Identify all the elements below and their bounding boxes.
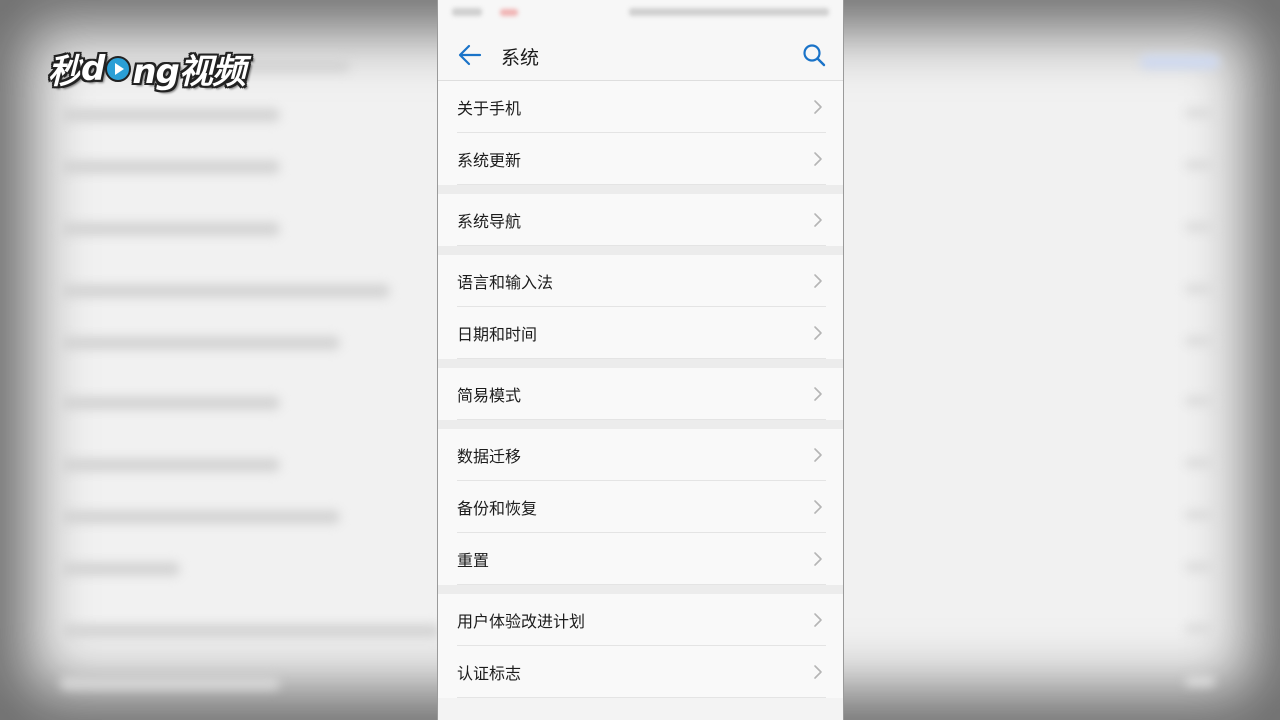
blurred-text bbox=[60, 336, 340, 350]
chevron-right-icon bbox=[814, 326, 822, 340]
play-icon bbox=[105, 55, 132, 82]
blurred-chevron bbox=[1185, 396, 1215, 406]
settings-item-label: 数据迁移 bbox=[457, 447, 522, 466]
blurred-text bbox=[60, 396, 280, 410]
settings-item[interactable]: 系统导航 bbox=[438, 194, 843, 246]
settings-group: 系统导航 bbox=[438, 194, 843, 246]
blurred-chevron bbox=[1185, 676, 1215, 686]
chevron-right-icon bbox=[814, 665, 822, 679]
settings-group: 简易模式 bbox=[438, 368, 843, 420]
settings-item[interactable]: 关于手机 bbox=[438, 81, 843, 133]
status-icons bbox=[629, 8, 829, 16]
settings-group: 关于手机 系统更新 bbox=[438, 81, 843, 185]
blurred-chevron bbox=[1185, 284, 1215, 294]
settings-item[interactable]: 重置 bbox=[438, 533, 843, 585]
group-separator bbox=[438, 420, 843, 429]
settings-item[interactable]: 日期和时间 bbox=[438, 307, 843, 359]
blurred-chevron bbox=[1185, 336, 1215, 346]
settings-group: 数据迁移备份和恢复重置 bbox=[438, 429, 843, 585]
group-separator bbox=[438, 246, 843, 255]
settings-item-label: 简易模式 bbox=[457, 386, 522, 405]
chevron-right-icon bbox=[814, 152, 822, 166]
settings-item-label: 语言和输入法 bbox=[457, 273, 554, 292]
blurred-text bbox=[60, 510, 340, 524]
blurred-chevron bbox=[1185, 108, 1215, 118]
blurred-chevron bbox=[1185, 160, 1215, 170]
blurred-chevron bbox=[1185, 510, 1215, 520]
blurred-text bbox=[60, 108, 280, 122]
page-title: 系统 bbox=[501, 47, 540, 69]
back-button[interactable] bbox=[452, 40, 488, 70]
chevron-right-icon bbox=[814, 387, 822, 401]
blurred-text bbox=[60, 284, 390, 298]
blurred-chevron bbox=[1185, 562, 1215, 572]
chevron-right-icon bbox=[814, 448, 822, 462]
settings-group: 用户体验改进计划 认证标志 bbox=[438, 594, 843, 698]
row-divider bbox=[457, 584, 826, 585]
chevron-right-icon bbox=[814, 213, 822, 227]
blurred-chevron bbox=[1185, 624, 1215, 634]
blurred-chevron bbox=[1185, 222, 1215, 232]
watermark-logo: 秒 d ng视频 bbox=[48, 44, 246, 93]
chevron-right-icon bbox=[814, 613, 822, 627]
status-bar bbox=[438, 0, 843, 30]
blurred-text bbox=[1140, 55, 1220, 69]
row-divider bbox=[457, 358, 826, 359]
chevron-right-icon bbox=[814, 500, 822, 514]
search-button[interactable] bbox=[797, 40, 831, 70]
watermark-text-1: 秒 bbox=[48, 52, 82, 92]
status-carrier bbox=[452, 8, 482, 16]
phone-screen: 系统 关于手机系统更新系统导航语言和输入法 日期和时间简易模式数据迁移备份和恢复重… bbox=[437, 0, 844, 720]
settings-item-label: 系统更新 bbox=[457, 151, 522, 170]
row-divider bbox=[457, 184, 826, 185]
row-divider bbox=[457, 245, 826, 246]
arrow-left-icon bbox=[458, 44, 482, 66]
chevron-right-icon bbox=[814, 100, 822, 114]
blurred-chevron bbox=[1185, 458, 1215, 468]
settings-item-label: 系统导航 bbox=[457, 212, 522, 231]
settings-item-label: 认证标志 bbox=[457, 664, 522, 683]
settings-item[interactable]: 数据迁移 bbox=[438, 429, 843, 481]
settings-group: 语言和输入法 日期和时间 bbox=[438, 255, 843, 359]
status-indicator bbox=[500, 9, 518, 16]
settings-item[interactable]: 简易模式 bbox=[438, 368, 843, 420]
blurred-text bbox=[60, 676, 280, 690]
settings-item-label: 日期和时间 bbox=[457, 325, 538, 344]
watermark-text-2: d bbox=[81, 48, 105, 89]
settings-item-label: 关于手机 bbox=[457, 99, 522, 118]
settings-item[interactable]: 认证标志 bbox=[438, 646, 843, 698]
blurred-text bbox=[60, 458, 280, 472]
settings-list: 关于手机系统更新系统导航语言和输入法 日期和时间简易模式数据迁移备份和恢复重置用户… bbox=[438, 81, 843, 698]
settings-item-label: 备份和恢复 bbox=[457, 499, 538, 518]
settings-item[interactable]: 用户体验改进计划 bbox=[438, 594, 843, 646]
blurred-text bbox=[60, 222, 280, 236]
settings-item-label: 用户体验改进计划 bbox=[457, 612, 586, 631]
group-separator bbox=[438, 359, 843, 368]
app-bar: 系统 bbox=[438, 30, 843, 81]
group-separator bbox=[438, 585, 843, 594]
chevron-right-icon bbox=[814, 274, 822, 288]
search-icon bbox=[803, 44, 826, 67]
watermark-text-3: ng视频 bbox=[132, 52, 246, 92]
row-divider bbox=[457, 419, 826, 420]
settings-item[interactable]: 系统更新 bbox=[438, 133, 843, 185]
row-divider bbox=[457, 697, 826, 698]
settings-item[interactable]: 备份和恢复 bbox=[438, 481, 843, 533]
blurred-text bbox=[60, 562, 180, 576]
settings-item-label: 重置 bbox=[457, 551, 490, 570]
group-separator bbox=[438, 185, 843, 194]
blurred-text bbox=[60, 624, 440, 638]
blurred-text bbox=[60, 160, 280, 174]
settings-item[interactable]: 语言和输入法 bbox=[438, 255, 843, 307]
chevron-right-icon bbox=[814, 552, 822, 566]
